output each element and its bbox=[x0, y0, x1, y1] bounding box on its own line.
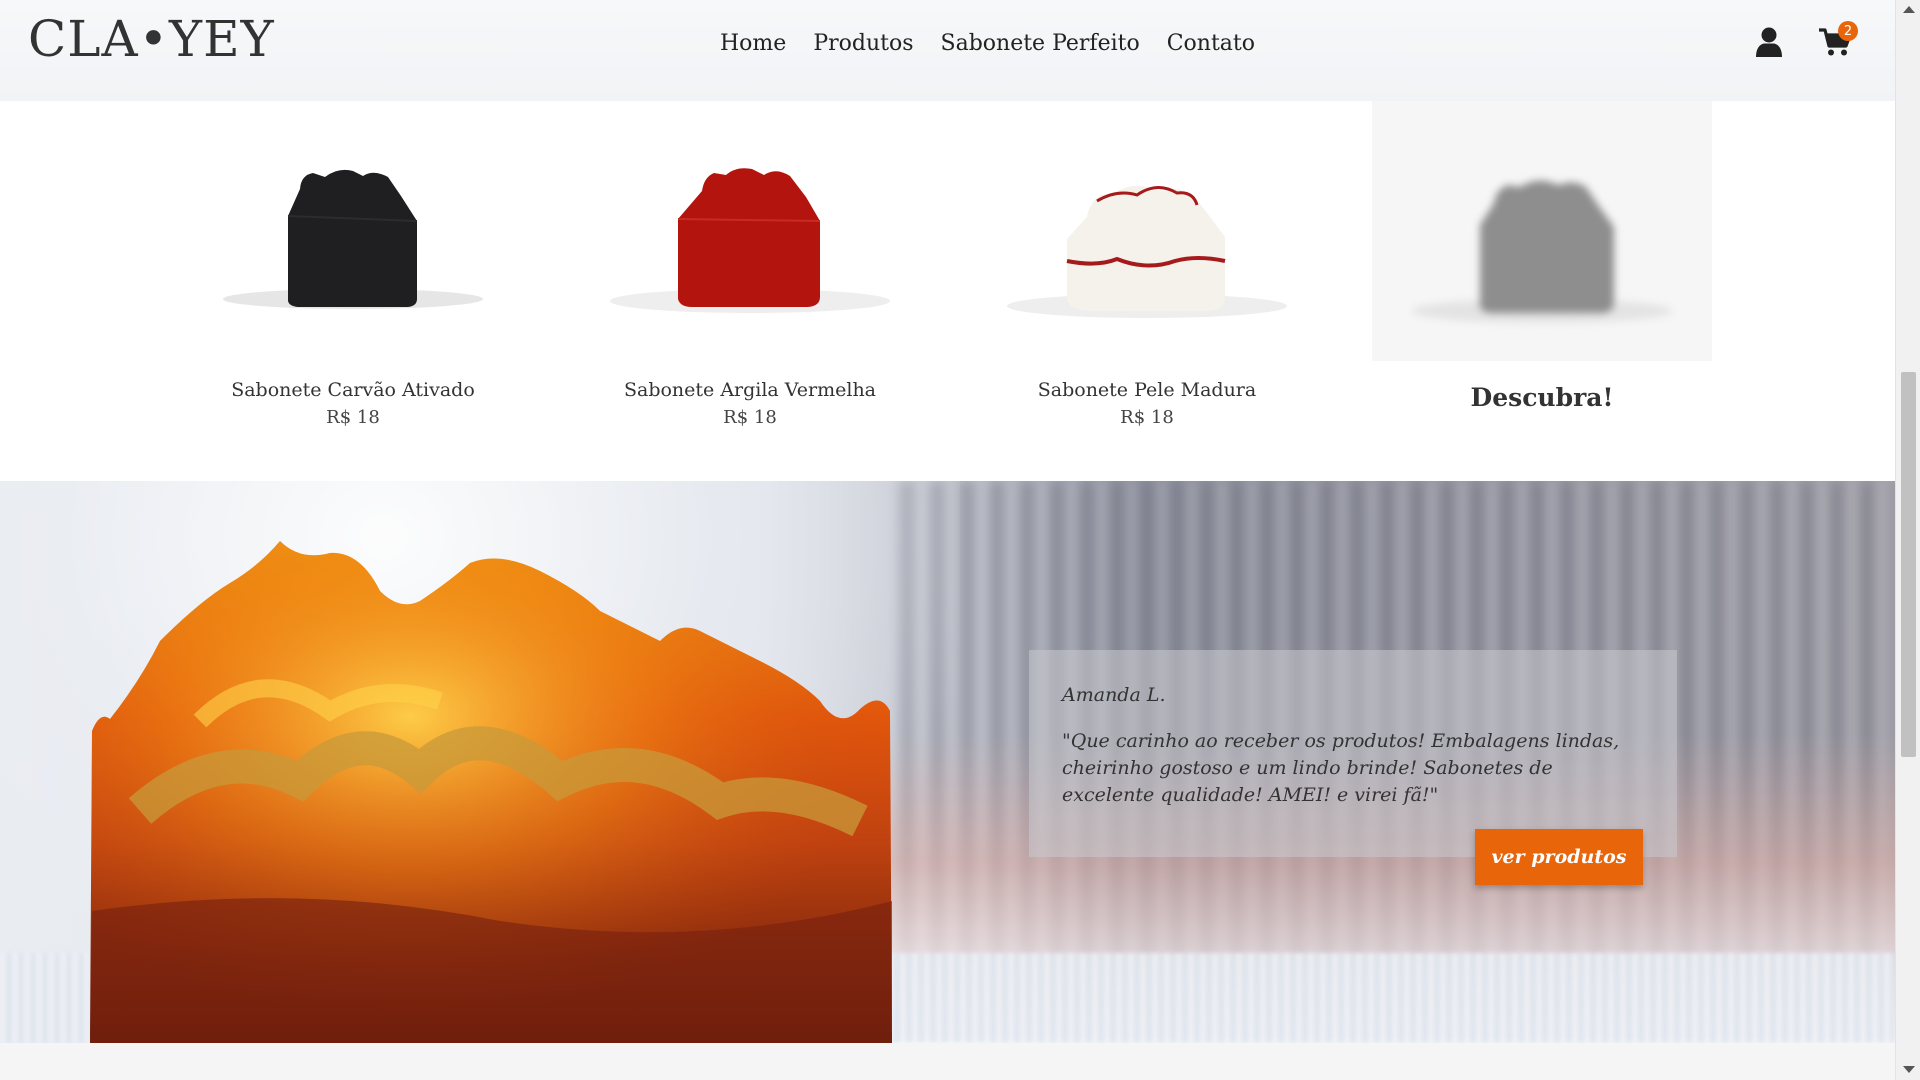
product-name: Sabonete Carvão Ativado bbox=[231, 379, 475, 401]
product-image bbox=[580, 101, 920, 361]
scroll-down-icon[interactable] bbox=[1903, 1066, 1915, 1073]
soap-mystery-image bbox=[1412, 180, 1672, 323]
scrollbar-thumb[interactable] bbox=[1901, 372, 1916, 757]
site-header: CLA•YEY Home Produtos Sabonete Perfeito … bbox=[0, 0, 1895, 101]
product-grid: Sabonete Carvão Ativado R$ 18 Sabonete A… bbox=[0, 101, 1895, 481]
product-card[interactable]: Sabonete Carvão Ativado R$ 18 bbox=[183, 101, 523, 428]
testimonial-author: Amanda L. bbox=[1062, 684, 1166, 706]
main-nav: Home Produtos Sabonete Perfeito Contato bbox=[720, 0, 1255, 86]
scroll-up-icon[interactable] bbox=[1903, 6, 1915, 13]
nav-sabonete-perfeito[interactable]: Sabonete Perfeito bbox=[941, 31, 1140, 56]
soap-charcoal-image bbox=[223, 169, 483, 309]
account-button[interactable] bbox=[1749, 22, 1789, 62]
next-section bbox=[0, 1043, 1895, 1080]
product-price: R$ 18 bbox=[1120, 407, 1174, 428]
cart-count-badge: 2 bbox=[1838, 21, 1858, 41]
testimonial-card: Amanda L. "Que carinho ao receber os pro… bbox=[1029, 650, 1677, 857]
product-image bbox=[1372, 101, 1712, 361]
nav-contato[interactable]: Contato bbox=[1167, 31, 1255, 56]
page: CLA•YEY Home Produtos Sabonete Perfeito … bbox=[0, 0, 1895, 1080]
product-card[interactable]: Sabonete Pele Madura R$ 18 bbox=[977, 101, 1317, 428]
nav-produtos[interactable]: Produtos bbox=[813, 31, 913, 56]
product-name: Sabonete Pele Madura bbox=[1037, 379, 1257, 401]
product-card-discover[interactable]: Descubra! bbox=[1372, 101, 1712, 412]
hero-soap-image bbox=[90, 541, 892, 1043]
product-name: Sabonete Argila Vermelha bbox=[623, 379, 877, 401]
site-logo[interactable]: CLA•YEY bbox=[28, 10, 275, 68]
product-card[interactable]: Sabonete Argila Vermelha R$ 18 bbox=[580, 101, 920, 428]
product-image bbox=[977, 101, 1317, 361]
page-scrollbar[interactable] bbox=[1895, 0, 1920, 1080]
product-price: R$ 18 bbox=[326, 407, 380, 428]
testimonial-hero: Amanda L. "Que carinho ao receber os pro… bbox=[0, 481, 1895, 1043]
soap-red-clay-image bbox=[610, 168, 890, 313]
testimonial-quote: "Que carinho ao receber os produtos! Emb… bbox=[1062, 730, 1620, 806]
product-image bbox=[183, 101, 523, 361]
discover-label: Descubra! bbox=[1470, 383, 1614, 412]
view-products-button[interactable]: ver produtos bbox=[1475, 829, 1643, 885]
cart-button[interactable]: 2 bbox=[1812, 21, 1858, 62]
user-icon bbox=[1756, 27, 1782, 57]
soap-mature-skin-image bbox=[1007, 185, 1287, 318]
product-price: R$ 18 bbox=[723, 407, 777, 428]
nav-home[interactable]: Home bbox=[720, 31, 786, 56]
